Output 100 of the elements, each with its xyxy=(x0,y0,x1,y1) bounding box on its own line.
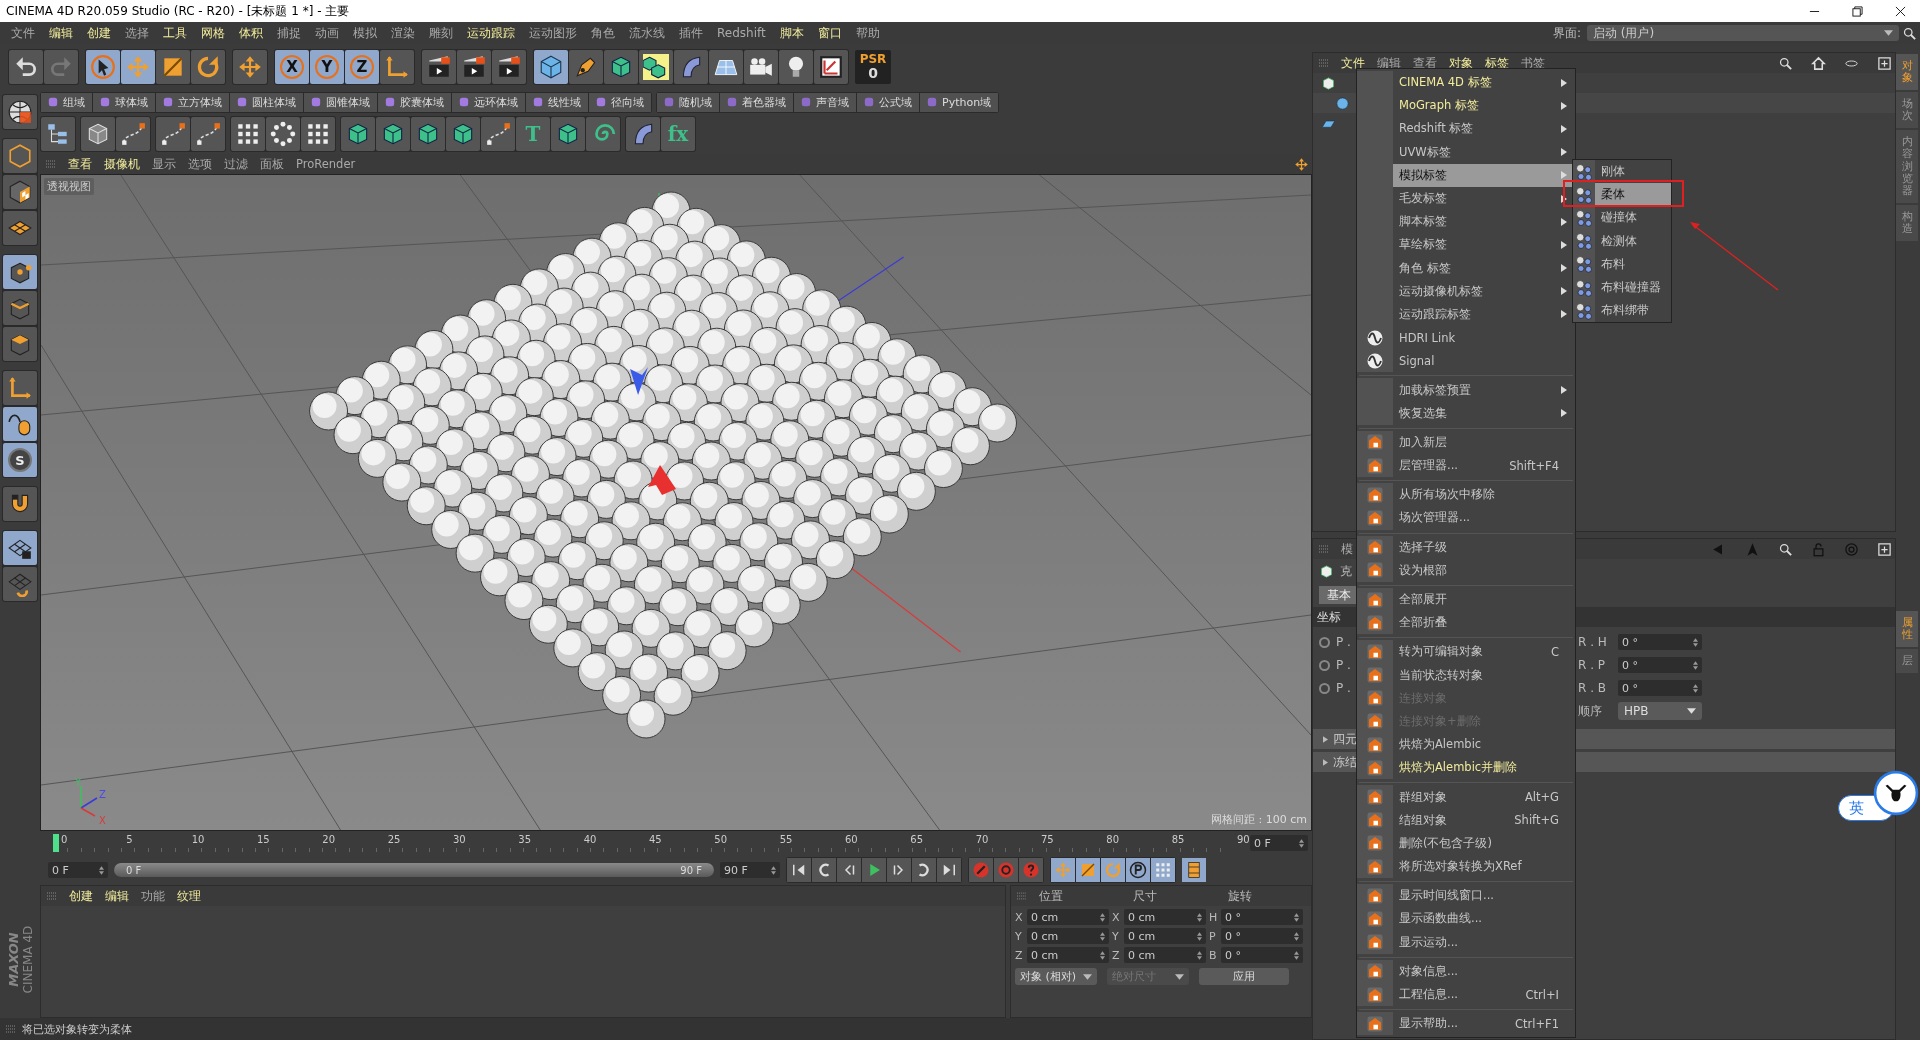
menu-item[interactable]: UVW标签 xyxy=(1357,140,1575,164)
menu-item[interactable]: CINEMA 4D 标签 xyxy=(1357,71,1575,95)
end-frame-field[interactable]: 90 F xyxy=(720,862,780,878)
new-panel-icon[interactable] xyxy=(1877,541,1892,557)
menu-item[interactable]: 查看 xyxy=(68,156,92,172)
menu-item[interactable]: 工具 xyxy=(156,24,194,42)
radio-button[interactable] xyxy=(1319,682,1330,694)
menu-item[interactable]: 面板 xyxy=(260,156,284,172)
menu-item[interactable]: 创建 xyxy=(69,888,93,904)
playback-button[interactable] xyxy=(887,858,911,882)
menu-item[interactable]: 查看 xyxy=(1413,55,1437,71)
menu-item[interactable]: 文件 xyxy=(1341,55,1365,71)
menu-item[interactable]: 功能 xyxy=(141,888,165,904)
menu-item[interactable]: 选择 xyxy=(118,24,156,42)
menu-item[interactable]: 脚本标签 xyxy=(1357,210,1575,234)
restore-icon[interactable] xyxy=(1852,5,1863,17)
menu-item[interactable]: 文件 xyxy=(4,24,42,42)
tool-button[interactable] xyxy=(86,50,120,84)
tool-button[interactable] xyxy=(446,117,480,151)
menu-item[interactable]: 全部折叠 xyxy=(1357,611,1575,635)
menu-item[interactable]: 转为可编辑对象 C xyxy=(1357,640,1575,664)
field-button[interactable]: 圆柱体域 xyxy=(230,92,303,112)
menu-item[interactable]: 布料 xyxy=(1573,252,1671,276)
tool-button[interactable] xyxy=(492,50,526,84)
sphere-icon[interactable] xyxy=(1335,95,1350,111)
coordinate-field[interactable]: 0 cm xyxy=(1027,928,1109,944)
move-icon[interactable] xyxy=(1294,156,1309,172)
menu-item[interactable]: Signal xyxy=(1357,349,1575,373)
menu-item[interactable]: 标签 xyxy=(1485,55,1509,71)
playback-button[interactable] xyxy=(862,858,886,882)
menu-item[interactable]: 加载标签预置 xyxy=(1357,378,1575,402)
menu-item[interactable]: 渲染 xyxy=(384,24,422,42)
side-tab[interactable]: 构造 xyxy=(1896,204,1918,242)
field-button[interactable]: Python域 xyxy=(920,92,999,112)
tool-button[interactable] xyxy=(376,117,410,151)
menu-item[interactable]: 选项 xyxy=(188,156,212,172)
tool-button[interactable] xyxy=(411,117,445,151)
current-frame-field[interactable]: 0 F xyxy=(1250,835,1308,851)
tool-button[interactable] xyxy=(3,175,37,209)
menu-item[interactable]: 删除(不包含子级) xyxy=(1357,831,1575,855)
spinner-icon[interactable] xyxy=(99,865,104,875)
field-button[interactable]: 径向域 xyxy=(589,92,651,112)
menu-item[interactable]: 体积 xyxy=(232,24,270,42)
expand-arrow-icon[interactable] xyxy=(1323,735,1328,743)
field-button[interactable]: 远环体域 xyxy=(452,92,525,112)
field-button[interactable]: 随机域 xyxy=(657,92,719,112)
menu-item[interactable]: 捕捉 xyxy=(270,24,308,42)
tool-button[interactable] xyxy=(3,487,37,521)
timeline-button[interactable] xyxy=(1182,858,1206,882)
spinner-icon[interactable] xyxy=(1100,931,1105,941)
menu-item[interactable]: 脚本 xyxy=(772,24,811,42)
rotation-field[interactable]: 0 ° xyxy=(1618,634,1702,650)
rotation-field[interactable]: 0 ° xyxy=(1618,657,1702,673)
menu-item[interactable]: 布料碰撞器 xyxy=(1573,275,1671,300)
tool-button[interactable] xyxy=(551,117,585,151)
menu-item[interactable]: 角色 标签 xyxy=(1357,256,1575,280)
menu-item[interactable]: Redshift xyxy=(710,26,773,40)
tool-button[interactable] xyxy=(266,117,300,151)
field-button[interactable]: 球体域 xyxy=(93,92,155,112)
menu-item[interactable]: 动画 xyxy=(308,24,346,42)
menu-item[interactable]: 雕刻 xyxy=(422,24,460,42)
tool-button[interactable]: fx xyxy=(661,117,695,151)
menu-item[interactable]: 运动摄像机标签 xyxy=(1357,279,1575,303)
coordinate-field[interactable]: 0 ° xyxy=(1221,909,1303,925)
spinner-icon[interactable] xyxy=(1294,912,1299,922)
side-tab[interactable]: 场次 xyxy=(1896,92,1918,129)
layout-dropdown[interactable]: 启动 (用户) xyxy=(1587,25,1899,41)
menu-item[interactable]: 编辑 xyxy=(1377,55,1401,71)
axis-arrow-icon[interactable] xyxy=(648,465,676,495)
menu-item[interactable]: 创建 xyxy=(80,24,118,42)
menu-item[interactable]: 布料绑带 xyxy=(1573,299,1671,323)
range-slider[interactable]: 0 F 90 F xyxy=(114,863,714,877)
playback-button[interactable] xyxy=(837,858,861,882)
tool-button[interactable] xyxy=(341,117,375,151)
psr-button[interactable]: PSR 0 xyxy=(855,50,891,84)
tool-button[interactable] xyxy=(3,95,37,129)
menu-item[interactable]: ProRender xyxy=(296,157,356,171)
menu-item[interactable]: 草绘标签 xyxy=(1357,233,1575,257)
menu-item[interactable]: 窗口 xyxy=(810,24,849,42)
menu-item[interactable]: 模 xyxy=(1341,541,1353,557)
menu-item[interactable]: 刚体 xyxy=(1573,160,1671,184)
spinner-icon[interactable] xyxy=(1294,950,1299,960)
spinner-icon[interactable] xyxy=(1197,912,1202,922)
tool-button[interactable] xyxy=(3,327,37,361)
record-button[interactable] xyxy=(1019,858,1043,882)
order-dropdown[interactable]: HPB xyxy=(1618,702,1702,720)
coordinate-field[interactable]: 0 cm xyxy=(1124,947,1206,963)
menu-item[interactable]: 全部展开 xyxy=(1357,587,1575,612)
spinner-icon[interactable] xyxy=(1100,912,1105,922)
tool-button[interactable] xyxy=(779,50,813,84)
field-button[interactable]: 公式域 xyxy=(857,92,919,112)
menu-item[interactable]: HDRI Link xyxy=(1357,326,1575,350)
menu-item[interactable]: 书签 xyxy=(1521,55,1545,71)
coordinate-field[interactable]: 0 ° xyxy=(1221,928,1303,944)
rotation-field[interactable]: 0 ° xyxy=(1618,680,1702,696)
field-button[interactable]: 圆锥体域 xyxy=(304,92,377,112)
menu-item[interactable]: 运动跟踪 xyxy=(460,24,522,42)
cloner-icon[interactable] xyxy=(1321,75,1336,91)
menu-item[interactable]: 检测体 xyxy=(1573,229,1671,253)
spinner-icon[interactable] xyxy=(1100,950,1105,960)
